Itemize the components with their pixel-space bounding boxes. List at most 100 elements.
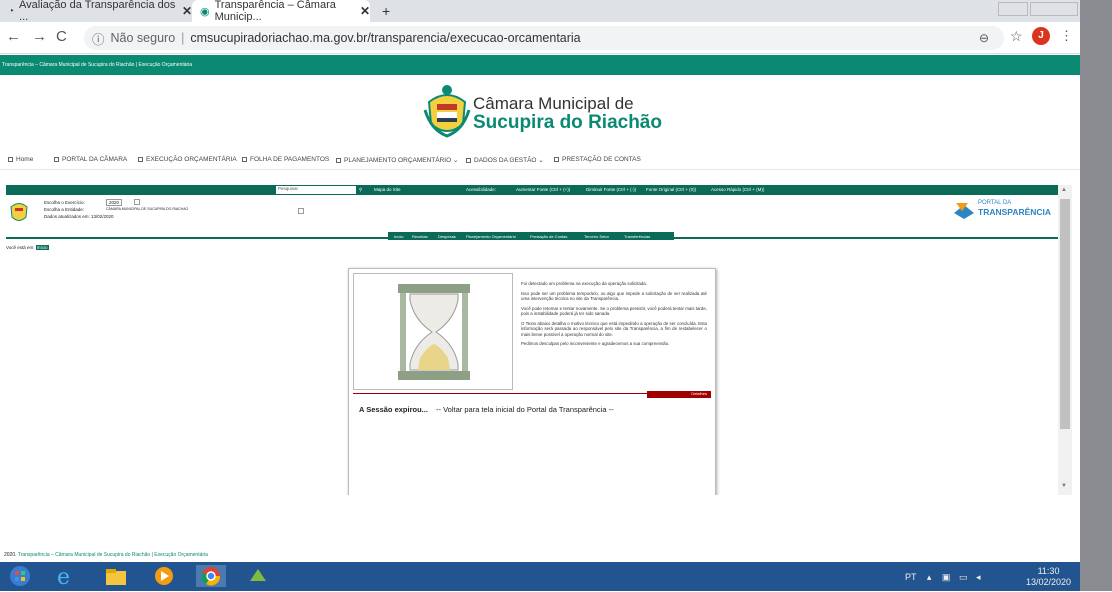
monitor-icon[interactable]: ▭	[959, 572, 968, 582]
submenu-receitas[interactable]: Receitas	[412, 234, 428, 239]
scrollbar-thumb[interactable]	[1060, 199, 1070, 429]
window-maximize-button[interactable]	[1030, 2, 1078, 16]
increase-font-link[interactable]: Aumentar Fonte (Ctrl + (+))	[516, 187, 570, 192]
window-minimize-button[interactable]	[998, 2, 1028, 16]
nav-folha-pagamentos[interactable]: FOLHA DE PAGAMENTOS	[242, 156, 329, 163]
zoom-icon[interactable]: ⊖	[979, 31, 989, 45]
submenu-terceiro-setor[interactable]: Terceiro Setor	[584, 234, 609, 239]
session-expired-message: A Sessão expirou... -- Voltar para tela …	[359, 405, 614, 414]
search-icon[interactable]: ⚲	[359, 187, 362, 193]
scroll-up-icon[interactable]: ▲	[1061, 187, 1067, 193]
close-tab-icon[interactable]: ✕	[360, 4, 370, 18]
app-taskbar-icon[interactable]	[246, 565, 270, 587]
document-icon	[336, 157, 341, 163]
nav-label: PORTAL DA CÂMARA	[62, 156, 128, 163]
back-to-home-link[interactable]: -- Voltar para tela inicial do Portal da…	[436, 405, 614, 414]
portal-search-input[interactable]: Pesquisar	[276, 186, 356, 194]
site-logo[interactable]: Câmara Municipal de Sucupira do Riachão	[423, 80, 663, 142]
tab-title: Transparência – Câmara Municip...	[214, 0, 336, 23]
site-main-nav: Home PORTAL DA CÂMARA EXECUÇÃO ORÇAMENTÁ…	[0, 150, 1080, 170]
hourglass-icon	[398, 284, 470, 380]
globe-icon: ◔	[8, 5, 15, 17]
decrease-font-link[interactable]: Diminuir Fonte (Ctrl + (-))	[586, 187, 636, 192]
error-paragraph: Isso pode ser um problema temporário, ou…	[521, 290, 707, 302]
profile-avatar[interactable]: J	[1032, 27, 1050, 45]
nav-planejamento[interactable]: PLANEJAMENTO ORÇAMENTÁRIO ⌄	[336, 156, 458, 164]
error-paragraph: Foi detectado um problema na execução da…	[521, 281, 647, 286]
error-paragraph: Você pode retornar e tentar novamente. S…	[521, 305, 707, 317]
frame-scrollbar[interactable]: ▲ ▼	[1058, 185, 1072, 495]
system-tray: PT ▴ ▣ ▭ ◂	[905, 572, 981, 583]
portal-submenu: Início Receitas Despesas Planejamento Or…	[388, 232, 674, 240]
svg-text:e: e	[57, 565, 70, 587]
back-arrow-icon[interactable]: ←	[6, 28, 21, 45]
exercise-label: Escolha o Exercício:	[44, 200, 85, 205]
bookmark-star-icon[interactable]: ☆	[1010, 28, 1023, 45]
chrome-taskbar-icon[interactable]	[196, 565, 226, 587]
url-input[interactable]: ⓘ Não seguro | cmsucupiradoriachao.ma.go…	[84, 26, 1004, 50]
submenu-inicio[interactable]: Início	[394, 234, 404, 239]
clock-time: 11:30	[1037, 566, 1060, 576]
error-panel: Foi detectado um problema na execução da…	[348, 268, 716, 495]
nav-label: Home	[16, 156, 34, 163]
error-paragraph: O Texto abaixo detalha o motivo técnico …	[521, 320, 707, 337]
file-explorer-icon[interactable]	[104, 565, 128, 587]
original-font-link[interactable]: Fonte Original (Ctrl + (0))	[646, 187, 696, 192]
details-button[interactable]: Detalhes	[647, 391, 711, 398]
nav-prestacao-contas[interactable]: PRESTAÇÃO DE CONTAS	[554, 156, 641, 163]
submenu-despesas[interactable]: Despesas	[438, 234, 456, 239]
error-message: Foi detectado um problema na execução da…	[521, 281, 707, 351]
entity-label: Escolha a Entidade:	[44, 207, 85, 212]
menu-dots-icon[interactable]: ⋮	[1060, 28, 1073, 44]
browser-tab-1[interactable]: ◔ Avaliação da Transparência dos ... ✕	[0, 0, 192, 23]
nav-execucao-orcamentaria[interactable]: EXECUÇÃO ORÇAMENTÁRIA	[138, 156, 237, 163]
portal-header: Escolha o Exercício: 2020 Escolha a Enti…	[6, 195, 1058, 227]
nav-portal-camara[interactable]: PORTAL DA CÂMARA	[54, 156, 127, 163]
exercise-dropdown-icon[interactable]	[134, 199, 140, 205]
nav-label: EXECUÇÃO ORÇAMENTÁRIA	[146, 156, 237, 163]
nav-label: PRESTAÇÃO DE CONTAS	[562, 156, 641, 163]
close-tab-icon[interactable]: ✕	[182, 4, 192, 18]
transparency-portal-frame: Pesquisar ⚲ Mapa do Site Acessibilidade:…	[6, 185, 1058, 495]
site-map-link[interactable]: Mapa do Site	[374, 187, 401, 192]
network-icon[interactable]: ▣	[942, 572, 951, 582]
info-icon: ⓘ	[92, 32, 105, 47]
logo-line1: Câmara Municipal de	[473, 94, 634, 113]
portal-toolbar: Pesquisar ⚲ Mapa do Site Acessibilidade:…	[6, 185, 1058, 195]
url-separator: |	[181, 31, 185, 45]
url-text: cmsucupiradoriachao.ma.gov.br/transparen…	[190, 31, 581, 45]
nav-home[interactable]: Home	[8, 156, 33, 163]
entity-select[interactable]: CÂMARA MUNICIPAL DE SUCUPIRA DO RIACHAO	[106, 207, 188, 211]
submenu-prestacao[interactable]: Prestação de Contas	[530, 234, 567, 239]
language-indicator[interactable]: PT	[905, 572, 916, 582]
breadcrumb: Você está em: Início	[6, 245, 49, 250]
reload-icon[interactable]: C	[56, 28, 67, 45]
submenu-planejamento[interactable]: Planejamento Orçamentário	[466, 234, 516, 239]
site-top-bar-text: Transparência – Câmara Municipal de Sucu…	[2, 62, 193, 68]
portal-logo-line1: PORTAL DA	[978, 200, 1012, 206]
volume-icon[interactable]: ◂	[976, 572, 981, 582]
breadcrumb-home-link[interactable]: Início	[35, 245, 49, 250]
portal-logo-line2: TRANSPARÊNCIA	[978, 207, 1052, 217]
media-player-icon[interactable]	[152, 565, 176, 587]
browser-tab-2[interactable]: ◉ Transparência – Câmara Municip... ✕	[192, 0, 370, 23]
internet-explorer-icon[interactable]: e	[54, 565, 78, 590]
new-tab-button[interactable]: +	[374, 0, 394, 22]
site-top-bar: Transparência – Câmara Municipal de Sucu…	[0, 55, 1080, 75]
start-button[interactable]	[8, 565, 32, 587]
submenu-transferencias[interactable]: Transferências	[624, 234, 650, 239]
exercise-select[interactable]: 2020	[106, 199, 123, 206]
nav-dados-gestao[interactable]: DADOS DA GESTÃO ⌄	[466, 156, 544, 164]
nav-label: PLANEJAMENTO ORÇAMENTÁRIO	[344, 157, 452, 164]
entity-dropdown-icon[interactable]	[298, 208, 304, 214]
quick-access-link[interactable]: Acesso Rápido (Ctrl + (M))	[711, 187, 764, 192]
tray-up-arrow-icon[interactable]: ▴	[927, 572, 932, 582]
footer-link[interactable]: Transparência – Câmara Municipal de Sucu…	[18, 552, 208, 558]
logo-line2: Sucupira do Riachão	[473, 112, 662, 133]
forward-arrow-icon[interactable]: →	[32, 28, 47, 45]
taskbar-clock[interactable]: 11:30 13/02/2020	[1026, 566, 1071, 588]
scroll-down-icon[interactable]: ▼	[1061, 483, 1067, 489]
chart-icon	[138, 156, 143, 162]
browser-tab-bar: ◔ Avaliação da Transparência dos ... ✕ ◉…	[0, 0, 1080, 23]
site-footer: 2020. Transparência – Câmara Municipal d…	[0, 552, 1080, 562]
